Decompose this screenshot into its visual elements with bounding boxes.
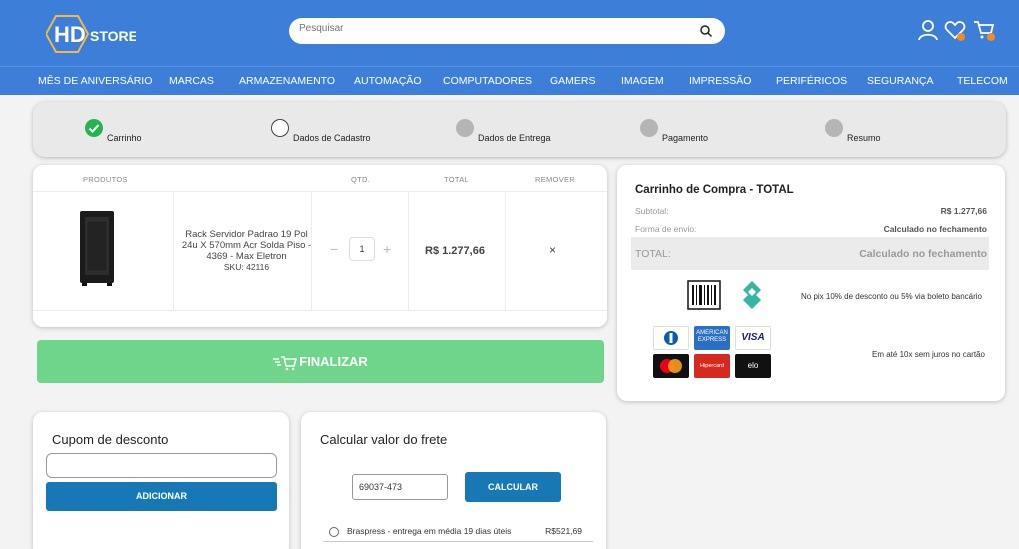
cart-summary-panel: Carrinho de Compra - TOTAL Subtotal: R$ … bbox=[617, 165, 1005, 401]
nav-telecom[interactable]: TELECOM bbox=[957, 75, 1008, 87]
step-label: Pagamento bbox=[662, 133, 709, 143]
coupon-title: Cupom de desconto bbox=[52, 432, 169, 447]
nav-automacao[interactable]: AUTOMAÇÃO bbox=[354, 75, 421, 87]
calculate-shipping-button[interactable]: CALCULAR bbox=[465, 472, 561, 502]
cart-arrow-icon bbox=[273, 355, 298, 370]
nav-marcas[interactable]: MARCAS bbox=[169, 75, 214, 87]
nav-armazenamento[interactable]: ARMAZENAMENTO bbox=[239, 75, 335, 87]
step-label: Dados de Cadastro bbox=[293, 133, 371, 143]
nav-imagem[interactable]: IMAGEM bbox=[621, 75, 664, 87]
search-input[interactable] bbox=[299, 23, 679, 34]
product-title: Rack Servidor Padrao 19 Pol 24u X 570mm … bbox=[181, 229, 312, 262]
amex-line-2: EXPRESS bbox=[697, 337, 727, 343]
nav-perifericos[interactable]: PERIFÉRICOS bbox=[776, 75, 847, 87]
wishlist-heart-icon[interactable] bbox=[943, 18, 967, 42]
logo-store: STORE bbox=[90, 28, 136, 44]
row-divider bbox=[33, 310, 607, 311]
step-circle-pending bbox=[456, 119, 474, 137]
qty-increase-button[interactable]: + bbox=[383, 241, 391, 257]
check-icon bbox=[85, 119, 103, 137]
checkout-steps: Carrinho Dados de Cadastro Dados de Entr… bbox=[33, 102, 1006, 157]
finalizar-button[interactable]: FINALIZAR bbox=[37, 340, 604, 383]
summary-title: Carrinho de Compra - TOTAL bbox=[635, 184, 794, 196]
shipping-option-radio[interactable] bbox=[329, 527, 339, 537]
shipping-divider bbox=[323, 541, 593, 542]
search-bar bbox=[289, 18, 725, 44]
cart-badge bbox=[987, 33, 995, 41]
coupon-input[interactable] bbox=[46, 453, 277, 478]
logo-hd: HD bbox=[54, 22, 86, 47]
nav-mes-aniversario[interactable]: MÊS DE ANIVERSÁRIO bbox=[38, 75, 152, 87]
col-header-remover: REMOVER bbox=[535, 175, 576, 184]
elo-icon: elo bbox=[735, 354, 771, 378]
col-divider bbox=[505, 192, 506, 310]
diners-icon bbox=[653, 326, 689, 350]
amex-line-1: AMERICAN bbox=[696, 330, 728, 336]
cart-icon[interactable] bbox=[972, 18, 996, 42]
mastercard-icon bbox=[653, 354, 689, 378]
step-label: Dados de Entrega bbox=[478, 133, 551, 143]
add-coupon-button[interactable]: ADICIONAR bbox=[46, 482, 277, 511]
qty-decrease-button[interactable]: − bbox=[330, 241, 338, 257]
cep-input[interactable]: 69037-473 bbox=[352, 474, 448, 500]
cart-products-panel: PRODUTOS QTD. TOTAL REMOVER Rack Servido… bbox=[33, 165, 607, 327]
col-header-qtd: QTD. bbox=[351, 175, 371, 184]
step-circle-current bbox=[271, 119, 289, 137]
shipping-option-price: R$521,69 bbox=[545, 526, 582, 536]
qty-input[interactable]: 1 bbox=[349, 237, 375, 261]
product-image[interactable] bbox=[78, 209, 116, 287]
shipping-value: Calculado no fechamento bbox=[883, 224, 987, 234]
item-total-price: R$ 1.277,66 bbox=[425, 245, 485, 257]
subtotal-label: Subtotal: bbox=[635, 206, 669, 216]
shipping-calc-panel: Calcular valor do frete 69037-473 CALCUL… bbox=[301, 412, 606, 549]
step-label: Resumo bbox=[847, 133, 881, 143]
row-divider bbox=[33, 191, 607, 192]
wishlist-badge bbox=[957, 33, 965, 41]
pix-icon bbox=[735, 279, 769, 316]
amex-icon: AMERICAN EXPRESS bbox=[694, 326, 730, 350]
finalizar-label: FINALIZAR bbox=[299, 354, 368, 369]
nav-seguranca[interactable]: SEGURANÇA bbox=[867, 75, 934, 87]
subtotal-value: R$ 1.277,66 bbox=[940, 206, 987, 216]
col-header-produtos: PRODUTOS bbox=[83, 175, 128, 184]
step-circle-pending bbox=[825, 119, 843, 137]
search-icon[interactable] bbox=[699, 24, 713, 38]
total-value: Calculado no fechamento bbox=[859, 248, 987, 260]
product-sku: SKU: 42116 bbox=[223, 262, 270, 272]
shipping-title: Calcular valor do frete bbox=[320, 432, 448, 447]
visa-icon: VISA bbox=[735, 326, 771, 350]
product-name[interactable]: Rack Servidor Padrao 19 Pol 24u X 570mm … bbox=[179, 229, 314, 273]
step-circle-pending bbox=[640, 119, 658, 137]
pix-discount-text: No pix 10% de desconto ou 5% via boleto … bbox=[801, 292, 983, 301]
col-divider bbox=[173, 192, 174, 310]
shipping-option-label: Braspress - entrega em média 19 dias úte… bbox=[347, 526, 512, 536]
total-label: TOTAL: bbox=[635, 248, 671, 260]
col-divider bbox=[408, 192, 409, 310]
store-logo[interactable]: HD STORE bbox=[44, 14, 138, 54]
coupon-panel: Cupom de desconto ADICIONAR bbox=[33, 412, 289, 549]
shipping-label: Forma de envio: bbox=[635, 224, 697, 234]
remove-item-button[interactable]: × bbox=[549, 243, 556, 257]
category-nav: MÊS DE ANIVERSÁRIO MARCAS ARMAZENAMENTO … bbox=[0, 66, 1019, 95]
nav-computadores[interactable]: COMPUTADORES bbox=[443, 75, 532, 87]
nav-gamers[interactable]: GAMERS bbox=[550, 75, 596, 87]
hipercard-icon: Hipercard bbox=[694, 354, 730, 378]
step-label: Carrinho bbox=[107, 133, 142, 143]
user-icon[interactable] bbox=[916, 18, 940, 42]
installments-text: Em até 10x sem juros no cartão bbox=[872, 350, 985, 359]
nav-impressao[interactable]: IMPRESSÃO bbox=[689, 75, 751, 87]
top-header: HD STORE bbox=[0, 0, 1019, 66]
col-header-total: TOTAL bbox=[444, 175, 469, 184]
barcode-icon bbox=[685, 279, 723, 316]
